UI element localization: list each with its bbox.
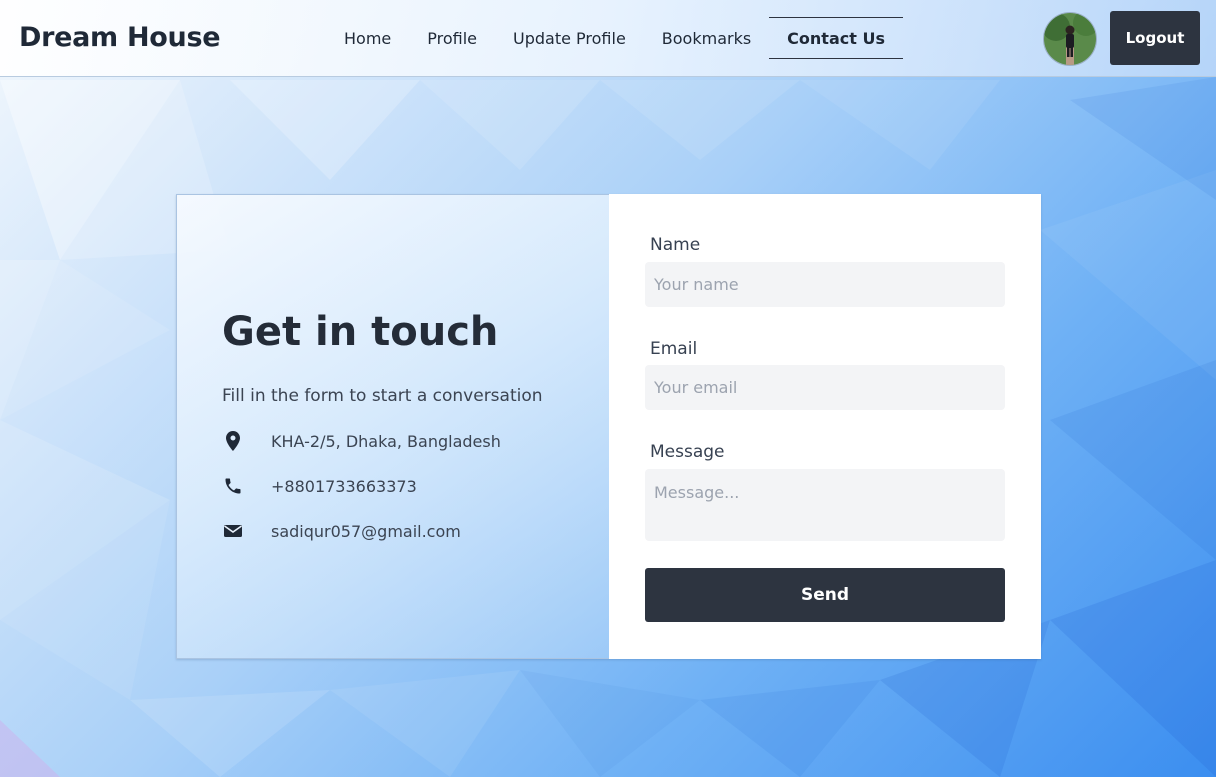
contact-phone: +8801733663373 <box>271 476 417 496</box>
contact-info-panel: Get in touch Fill in the form to start a… <box>176 194 609 659</box>
navbar: Dream House Home Profile Update Profile … <box>0 0 1216 77</box>
contact-card: Get in touch Fill in the form to start a… <box>176 194 1041 659</box>
brand-title[interactable]: Dream House <box>19 22 221 53</box>
nav-link-update-profile[interactable]: Update Profile <box>495 17 644 59</box>
contact-phone-row: +8801733663373 <box>222 475 417 497</box>
logout-button[interactable]: Logout <box>1110 11 1200 65</box>
phone-icon <box>222 475 244 497</box>
send-button[interactable]: Send <box>645 568 1005 622</box>
nav-link-home[interactable]: Home <box>326 17 409 59</box>
contact-email-row: sadiqur057@gmail.com <box>222 520 461 542</box>
message-label: Message <box>650 442 725 462</box>
envelope-icon <box>222 520 244 542</box>
contact-subtitle: Fill in the form to start a conversation <box>222 386 543 406</box>
nav-link-bookmarks[interactable]: Bookmarks <box>644 17 769 59</box>
nav-link-profile[interactable]: Profile <box>409 17 495 59</box>
message-textarea[interactable] <box>645 469 1005 541</box>
nav-links: Home Profile Update Profile Bookmarks Co… <box>326 17 903 59</box>
contact-form: Name Email Message Send <box>609 194 1041 659</box>
nav-link-contact-us[interactable]: Contact Us <box>769 17 903 59</box>
avatar-image <box>1044 13 1096 65</box>
email-input[interactable] <box>645 365 1005 410</box>
avatar[interactable] <box>1043 12 1097 66</box>
email-label: Email <box>650 339 698 359</box>
contact-email: sadiqur057@gmail.com <box>271 521 461 541</box>
page-title: Get in touch <box>222 309 499 355</box>
contact-address: KHA-2/5, Dhaka, Bangladesh <box>271 431 501 451</box>
name-label: Name <box>650 235 701 255</box>
contact-address-row: KHA-2/5, Dhaka, Bangladesh <box>222 430 501 452</box>
name-input[interactable] <box>645 262 1005 307</box>
location-pin-icon <box>222 430 244 452</box>
